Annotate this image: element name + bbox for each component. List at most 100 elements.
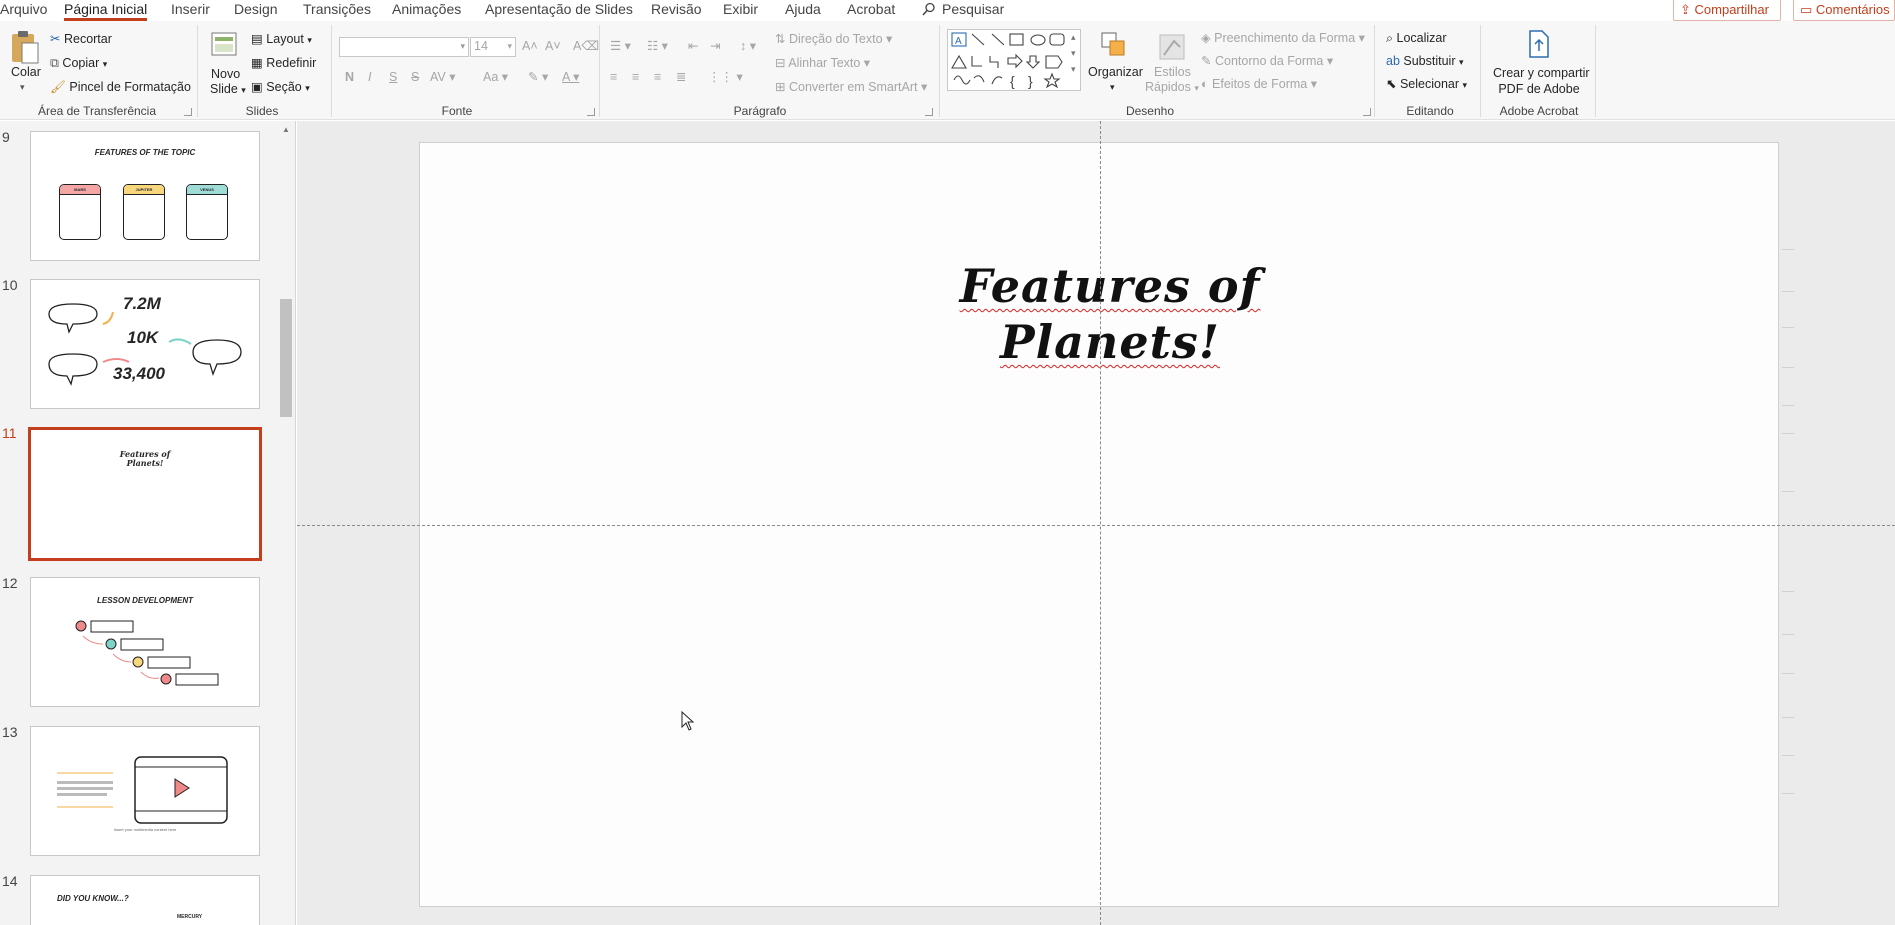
format-painter-button[interactable]: 🖌 Pincel de Formatação xyxy=(50,79,191,95)
thumbnail-scrollbar[interactable]: ▲ xyxy=(279,121,293,925)
select-label: Selecionar xyxy=(1399,77,1460,91)
line-spacing-icon[interactable]: ↕ ▾ xyxy=(740,38,756,54)
font-color-icon[interactable]: A ▾ xyxy=(562,69,579,85)
tab-pagina-inicial[interactable]: Página Inicial xyxy=(64,1,148,21)
align-right-icon[interactable]: ≡ xyxy=(654,69,661,85)
comments-button[interactable]: ▭ Comentários xyxy=(1793,0,1895,21)
shape-fill-button[interactable]: ◈ Preenchimento da Forma ▾ xyxy=(1201,30,1365,46)
tab-exibir[interactable]: Exibir xyxy=(723,1,758,17)
tab-arquivo[interactable]: Arquivo xyxy=(0,1,47,17)
shape-effects-label: Efeitos de Forma xyxy=(1212,77,1308,91)
smartart-button[interactable]: ⊞ Converter em SmartArt ▾ xyxy=(775,79,927,95)
scrollbar-thumb[interactable] xyxy=(280,299,292,417)
find-label: Localizar xyxy=(1396,31,1447,45)
bold-icon[interactable]: N xyxy=(345,69,354,85)
slide-thumbnail-9[interactable]: FEATURES OF THE TOPIC MARS JUPITER VENUS xyxy=(30,131,260,261)
tab-inserir[interactable]: Inserir xyxy=(171,1,210,17)
new-slide-button[interactable]: Slide ▾ xyxy=(210,81,246,98)
slide-thumbnail-13[interactable]: Insert your multimedia content here xyxy=(30,726,260,856)
section-button[interactable]: ▣ Seção ▾ xyxy=(251,79,310,96)
search-box[interactable]: Pesquisar xyxy=(922,1,1004,17)
font-size-select[interactable]: 14 ▾ xyxy=(470,37,516,57)
quick-styles-label-1[interactable]: Estilos xyxy=(1154,64,1191,80)
strikethrough-icon[interactable]: S xyxy=(411,69,419,85)
slide-thumbnail-11[interactable]: Features of Planets! xyxy=(28,427,262,561)
char-spacing-icon[interactable]: AV ▾ xyxy=(430,69,456,85)
thumb-card-label: JUPITER xyxy=(124,185,164,195)
quick-styles-icon xyxy=(1159,34,1185,60)
paragraph-launcher-icon[interactable] xyxy=(925,108,933,116)
share-icon: ⇪ xyxy=(1680,2,1695,17)
clear-format-icon[interactable]: A⌫ xyxy=(573,38,599,54)
select-button[interactable]: ⬉ Selecionar ▾ xyxy=(1386,76,1467,93)
align-left-icon[interactable]: ≡ xyxy=(610,69,617,85)
horizontal-guide[interactable] xyxy=(297,525,1895,526)
columns-icon[interactable]: ⋮⋮ ▾ xyxy=(708,69,743,85)
share-button[interactable]: ⇪ Compartilhar xyxy=(1673,0,1781,21)
align-center-icon[interactable]: ≡ xyxy=(632,69,639,85)
drawing-launcher-icon[interactable] xyxy=(1363,108,1371,116)
new-slide-icon xyxy=(211,32,237,56)
bullets-icon[interactable]: ☰ ▾ xyxy=(610,38,631,54)
cut-button[interactable]: ✂ Recortar xyxy=(50,31,112,47)
slide-thumbnail-10[interactable]: 7.2M 10K 33,400 xyxy=(30,279,260,409)
italic-icon[interactable]: I xyxy=(368,69,371,85)
shape-effects-button[interactable]: ◐ Efeitos de Forma ▾ xyxy=(1201,76,1317,92)
quick-styles-button[interactable]: Rápidos ▾ xyxy=(1145,79,1199,96)
arrange-dropdown-icon[interactable]: ▾ xyxy=(1110,79,1115,95)
underline-icon[interactable]: S xyxy=(389,69,397,85)
slide-title[interactable]: Features of Planets! xyxy=(910,258,1310,370)
text-direction-button[interactable]: ⇅ Direção do Texto ▾ xyxy=(775,31,892,47)
layout-button[interactable]: ▤ Layout ▾ xyxy=(251,31,312,48)
slide-editor[interactable]: Features of Planets! xyxy=(297,121,1895,925)
paste-button[interactable]: Colar xyxy=(11,64,41,80)
tab-acrobat[interactable]: Acrobat xyxy=(847,1,895,17)
reset-button[interactable]: ▦ Redefinir xyxy=(251,55,316,71)
new-slide-label-1[interactable]: Novo xyxy=(211,66,240,82)
tab-ajuda[interactable]: Ajuda xyxy=(785,1,821,17)
decrease-indent-icon[interactable]: ⇤ xyxy=(688,38,698,54)
vertical-guide[interactable] xyxy=(1100,121,1101,925)
group-separator xyxy=(1480,25,1481,117)
clipboard-launcher-icon[interactable] xyxy=(184,108,192,116)
layout-icon: ▤ xyxy=(251,32,263,46)
font-name-select[interactable]: ▾ xyxy=(339,37,469,57)
slide-thumbnail-12[interactable]: LESSON DEVELOPMENT xyxy=(30,577,260,707)
font-launcher-icon[interactable] xyxy=(587,108,595,116)
gallery-scroll-icon[interactable]: ▴ ▾ ▾ xyxy=(1071,29,1076,77)
tab-design[interactable]: Design xyxy=(234,1,278,17)
paste-dropdown-icon[interactable]: ▾ xyxy=(20,79,25,95)
highlight-icon[interactable]: ✎ ▾ xyxy=(528,69,548,85)
new-slide-label-2: Slide xyxy=(210,82,238,96)
slides-group-label: Slides xyxy=(245,104,279,118)
smartart-label: Converter em SmartArt xyxy=(788,80,918,94)
scroll-up-icon[interactable]: ▲ xyxy=(282,125,290,134)
align-text-button[interactable]: ⊟ Alinhar Texto ▾ xyxy=(775,55,870,71)
arrange-button[interactable]: Organizar xyxy=(1088,64,1143,80)
slide-thumbnail-panel[interactable]: 9 FEATURES OF THE TOPIC MARS JUPITER VEN… xyxy=(0,121,296,925)
tab-apresentacao[interactable]: Apresentação de Slides xyxy=(485,1,633,17)
shape-fill-label: Preenchimento da Forma xyxy=(1214,31,1356,45)
menu-bar: Arquivo Página Inicial Inserir Design Tr… xyxy=(0,0,1895,21)
justify-icon[interactable]: ≣ xyxy=(676,69,686,85)
thumb-card: VENUS xyxy=(186,184,228,240)
increase-indent-icon[interactable]: ⇥ xyxy=(710,38,720,54)
grow-font-icon[interactable]: A˄ xyxy=(522,38,538,54)
acrobat-create-button[interactable]: Crear y compartir PDF de Adobe xyxy=(1493,65,1590,97)
slide-number: 13 xyxy=(2,724,18,740)
find-icon: ⌕ xyxy=(1386,31,1394,45)
find-button[interactable]: ⌕ Localizar xyxy=(1386,30,1447,46)
tab-revisao[interactable]: Revisão xyxy=(651,1,702,17)
tab-animacoes[interactable]: Animações xyxy=(392,1,461,17)
slide-number: 10 xyxy=(2,277,18,293)
numbering-icon[interactable]: ☷ ▾ xyxy=(647,38,668,54)
tab-transicoes[interactable]: Transições xyxy=(303,1,371,17)
slide-thumbnail-14[interactable]: DID YOU KNOW...? MERCURY xyxy=(30,875,260,925)
replace-button[interactable]: ab Substituir ▾ xyxy=(1386,53,1464,70)
change-case-icon[interactable]: Aa ▾ xyxy=(483,69,508,85)
acrobat-pdf-icon xyxy=(1529,30,1549,58)
shrink-font-icon[interactable]: A˅ xyxy=(545,38,561,54)
shapes-gallery[interactable]: A {} xyxy=(947,29,1081,91)
copy-button[interactable]: ⧉ Copiar ▾ xyxy=(50,55,107,72)
shape-outline-button[interactable]: ✎ Contorno da Forma ▾ xyxy=(1201,53,1333,69)
